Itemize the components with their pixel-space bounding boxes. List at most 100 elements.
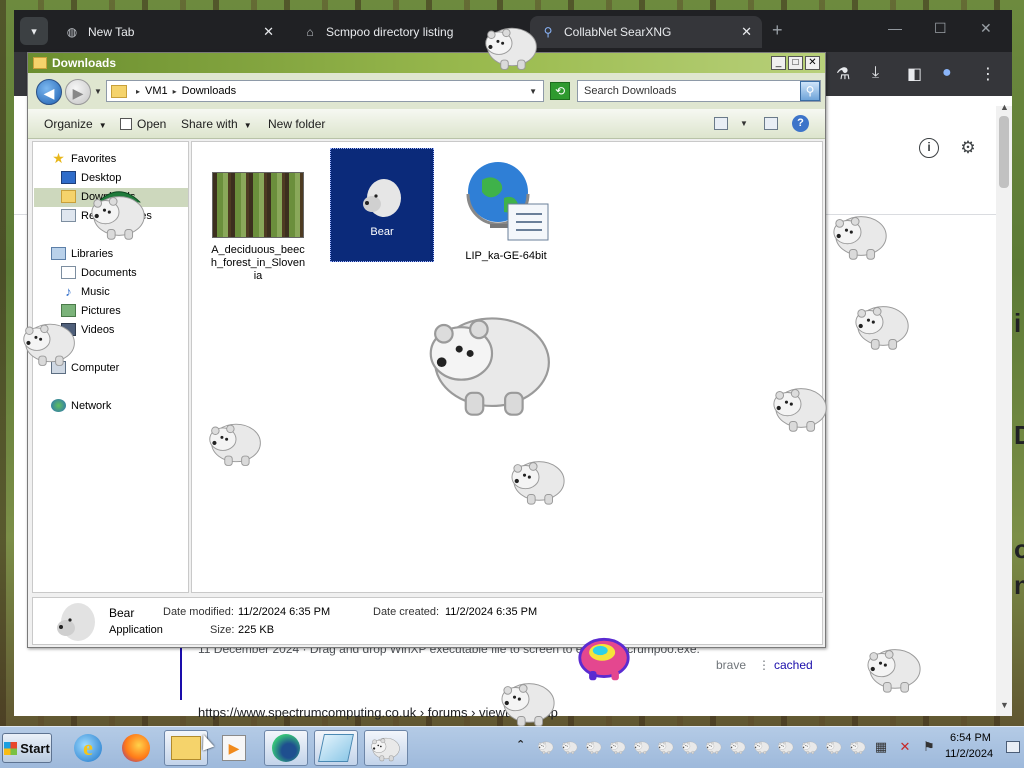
bear-sprite[interactable] xyxy=(88,186,150,244)
bear-sprite-rainbow[interactable] xyxy=(574,630,634,684)
start-button[interactable]: Start xyxy=(2,733,52,763)
share-with-menu[interactable]: Share with ▼ xyxy=(181,117,252,131)
title-bar[interactable]: Downloads _ □ ✕ xyxy=(28,53,825,73)
recent-pages-dropdown[interactable]: ▼ xyxy=(94,87,102,96)
scroll-down-icon[interactable]: ▼ xyxy=(1000,700,1009,710)
desktop-icon xyxy=(61,171,76,184)
bear-sprite[interactable] xyxy=(498,674,560,730)
bear-sprite[interactable] xyxy=(830,206,892,264)
info-icon[interactable]: i xyxy=(919,138,939,158)
tab-search-button[interactable]: ▾ xyxy=(20,17,48,45)
bear-sprite[interactable] xyxy=(20,314,80,370)
network-tray-icon[interactable]: ▦ xyxy=(874,739,888,755)
address-bar[interactable]: ▸ VM1 ▸ Downloads ▼ xyxy=(106,80,544,102)
bear-sprite[interactable] xyxy=(852,296,914,354)
nav-music[interactable]: ♪ Music xyxy=(61,285,109,298)
media-player-icon: ▶ xyxy=(222,735,246,761)
file-item-lip[interactable]: LIP_ka-GE-64bit xyxy=(454,148,558,263)
bear-sprite-large[interactable] xyxy=(422,290,562,430)
help-icon[interactable]: ? xyxy=(792,115,809,132)
chevron-icon[interactable]: ▸ xyxy=(173,87,177,96)
scroll-up-icon[interactable]: ▲ xyxy=(1000,102,1009,112)
minimize-button[interactable]: _ xyxy=(771,56,786,70)
chevron-down-icon[interactable]: ▼ xyxy=(740,119,748,128)
bear-sprite[interactable] xyxy=(508,452,570,508)
menu-dots-icon[interactable]: ⋮ xyxy=(980,64,996,84)
maximize-button[interactable]: □ xyxy=(788,56,803,70)
bear-tray-icon[interactable] xyxy=(800,739,820,755)
back-button[interactable]: ◀ xyxy=(36,79,62,105)
cached-link[interactable]: cached xyxy=(774,658,813,672)
bear-tray-icon[interactable] xyxy=(632,739,652,755)
bear-tray-icon[interactable] xyxy=(848,739,868,755)
tab-collabnet-searxng[interactable]: ⚲ CollabNet SearXNG ✕ xyxy=(530,16,762,48)
taskbar-edge[interactable] xyxy=(264,730,308,766)
bear-sprite[interactable] xyxy=(206,414,266,470)
scrollbar-thumb[interactable] xyxy=(999,116,1009,188)
profile-icon[interactable]: ● xyxy=(942,64,952,82)
taskbar-bear-app[interactable] xyxy=(364,730,408,766)
chevron-icon[interactable]: ▸ xyxy=(136,87,140,96)
bear-tray-icon[interactable] xyxy=(752,739,772,755)
volume-muted-icon[interactable]: ✕ xyxy=(898,739,912,755)
file-item-forest[interactable]: A_deciduous_beech_forest_in_Slovenia xyxy=(206,148,310,283)
close-icon[interactable]: ✕ xyxy=(263,24,274,40)
refresh-button[interactable]: ⟲ xyxy=(550,82,570,100)
nav-libraries[interactable]: Libraries xyxy=(51,247,113,260)
bear-tray-icon[interactable] xyxy=(776,739,796,755)
nav-desktop[interactable]: Desktop xyxy=(61,171,121,184)
flask-icon[interactable]: ⚗ xyxy=(836,64,850,84)
action-center-flag-icon[interactable]: ⚑ xyxy=(922,739,936,755)
bear-sprite[interactable] xyxy=(770,378,832,436)
show-desktop-button[interactable] xyxy=(1006,741,1020,753)
taskbar-file-viewer[interactable] xyxy=(314,730,358,766)
bear-tray-icon[interactable] xyxy=(728,739,748,755)
chevron-down-icon[interactable]: ▼ xyxy=(529,87,537,96)
bear-tray-icon[interactable] xyxy=(704,739,724,755)
breadcrumb-vm1[interactable]: VM1 xyxy=(145,85,168,97)
clock-time[interactable]: 6:54 PM xyxy=(950,732,991,744)
bear-tray-icon[interactable] xyxy=(584,739,604,755)
detail-created-value: 11/2/2024 6:35 PM xyxy=(445,606,538,618)
gear-icon[interactable]: ⚙ xyxy=(958,138,978,158)
organize-menu[interactable]: Organize ▼ xyxy=(44,117,107,131)
close-button[interactable]: ✕ xyxy=(980,20,992,37)
search-icon[interactable]: ⚲ xyxy=(800,81,820,101)
maximize-button[interactable]: ☐ xyxy=(934,20,947,37)
new-folder-button[interactable]: New folder xyxy=(268,117,325,131)
bear-sprite[interactable] xyxy=(482,18,542,74)
bear-tray-icon[interactable] xyxy=(608,739,628,755)
bear-tray-icon[interactable] xyxy=(680,739,700,755)
taskbar-firefox[interactable] xyxy=(114,730,158,766)
open-button[interactable]: Open xyxy=(120,117,166,131)
tab-scmpoo-listing[interactable]: ⌂ Scmpoo directory listing xyxy=(292,16,470,48)
tab-new-tab[interactable]: ◍ New Tab ✕ xyxy=(54,16,284,48)
close-button[interactable]: ✕ xyxy=(805,56,820,70)
forward-button[interactable]: ▶ xyxy=(65,79,91,105)
bear-tray-icon[interactable] xyxy=(824,739,844,755)
file-item-bear[interactable]: Bear xyxy=(330,148,434,262)
bear-sprite[interactable] xyxy=(864,640,926,696)
nav-network[interactable]: Network xyxy=(51,399,111,412)
change-view-icon[interactable] xyxy=(714,117,728,130)
minimize-button[interactable]: — xyxy=(888,20,902,36)
sidebar-icon[interactable]: ◧ xyxy=(907,64,922,84)
taskbar-internet-explorer[interactable]: e xyxy=(66,730,110,766)
preview-pane-icon[interactable] xyxy=(764,117,778,130)
clock-date[interactable]: 11/2/2024 xyxy=(945,748,993,760)
close-icon[interactable]: ✕ xyxy=(741,24,752,40)
chevron-down-icon: ▾ xyxy=(31,25,37,38)
new-tab-button[interactable]: + xyxy=(772,20,783,41)
scrollbar[interactable] xyxy=(996,106,1012,716)
nav-favorites[interactable]: ★ Favorites xyxy=(51,151,116,165)
bear-tray-icon[interactable] xyxy=(536,739,556,755)
bear-tray-icon[interactable] xyxy=(656,739,676,755)
show-hidden-icons-icon[interactable]: ⌃ xyxy=(516,738,525,751)
search-input[interactable]: Search Downloads xyxy=(577,80,821,102)
more-icon[interactable]: ⋮ xyxy=(758,658,770,672)
download-icon[interactable]: ⤓ xyxy=(872,64,879,82)
bear-tray-icon[interactable] xyxy=(560,739,580,755)
nav-documents[interactable]: Documents xyxy=(61,266,137,279)
breadcrumb-downloads[interactable]: Downloads xyxy=(182,85,236,97)
taskbar-media-player[interactable]: ▶ xyxy=(212,730,256,766)
